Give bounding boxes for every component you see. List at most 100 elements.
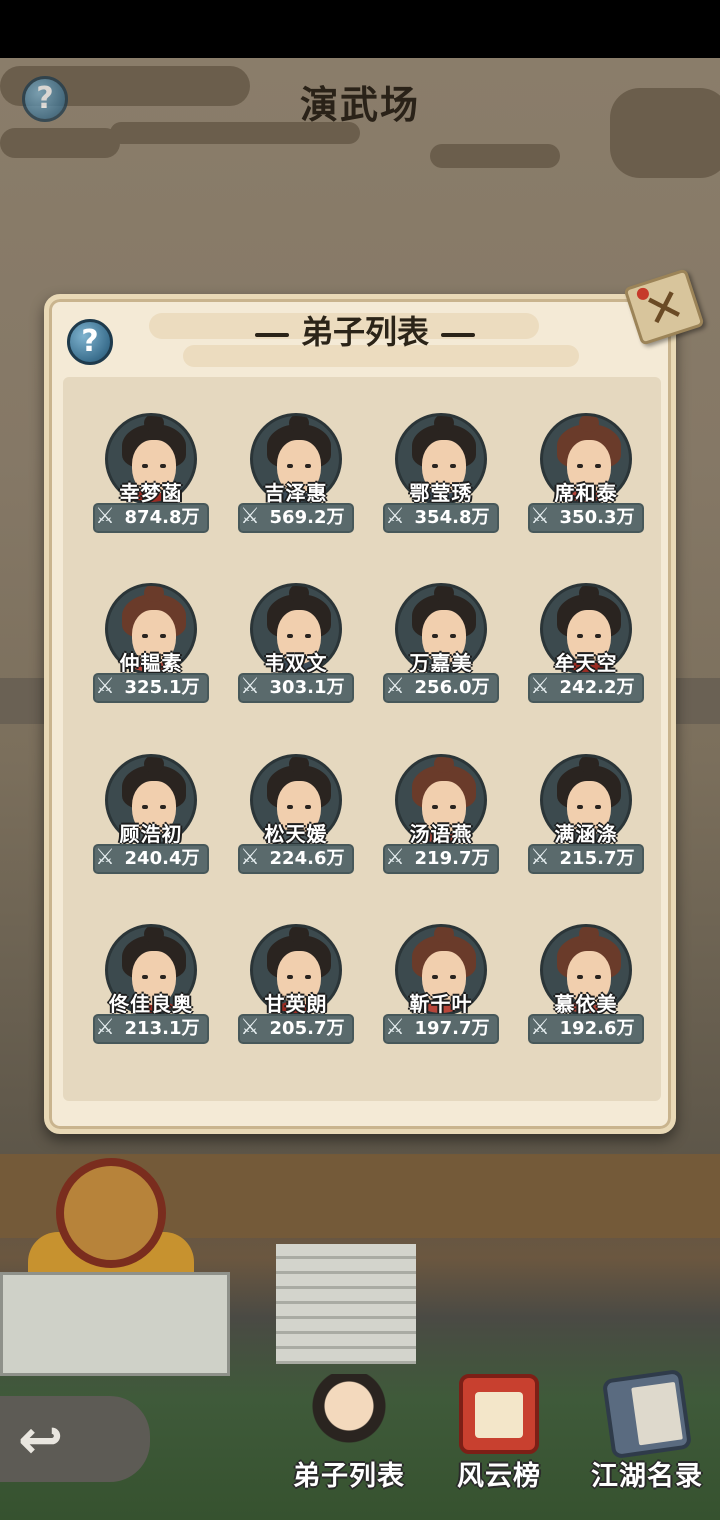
- disciple-list-panel: 弟子列表 ? ✕ 幸梦菡 ⚔ 874.8万 吉泽惠 ⚔ 569.2万 鄂莹琇 ⚔ 354.8万席…: [44, 268, 705, 1134]
- power-value: 192.6万: [559, 1018, 635, 1039]
- crossed-swords-icon: ⚔: [240, 845, 260, 870]
- power-value: 219.7万: [414, 848, 490, 869]
- disciple-name: 幸梦菡: [119, 481, 183, 505]
- nav-roster-button[interactable]: 江湖名录: [582, 1368, 712, 1492]
- crossed-swords-icon: ⚔: [385, 1015, 405, 1040]
- disciple-card[interactable]: 吉泽惠 ⚔ 569.2万: [234, 413, 358, 543]
- disciple-card[interactable]: 席和泰 ⚔ 350.3万: [524, 413, 648, 543]
- nav-ranking-button[interactable]: 风云榜: [434, 1372, 564, 1492]
- cloud-decor: [430, 144, 560, 168]
- disciple-name: 甘英朗: [264, 992, 328, 1016]
- crossed-swords-icon: ⚔: [95, 674, 115, 699]
- nav-disciple-list-button[interactable]: 弟子列表: [284, 1372, 414, 1492]
- power-badge: ⚔ 256.0万: [385, 674, 497, 701]
- disciple-card[interactable]: 牟天空 ⚔ 242.2万: [524, 583, 648, 713]
- disciple-card[interactable]: 万嘉美 ⚔ 256.0万: [379, 583, 503, 713]
- disciple-card[interactable]: 满涵涤 ⚔ 215.7万: [524, 754, 648, 884]
- power-value: 354.8万: [414, 507, 490, 528]
- disciple-name: 慕依美: [554, 992, 618, 1016]
- power-badge: ⚔ 213.1万: [95, 1015, 207, 1042]
- disciple-portrait-icon: [309, 1374, 389, 1454]
- power-badge: ⚔ 205.7万: [240, 1015, 352, 1042]
- power-value: 303.1万: [269, 677, 345, 698]
- cloud-decor: [0, 128, 120, 158]
- disciple-grid: 幸梦菡 ⚔ 874.8万 吉泽惠 ⚔ 569.2万 鄂莹琇 ⚔ 354.8万 席和泰 ⚔ 350.3万…: [63, 377, 661, 1101]
- nav-label: 弟子列表: [293, 1461, 405, 1492]
- crossed-swords-icon: ⚔: [385, 504, 405, 529]
- power-value: 325.1万: [124, 677, 200, 698]
- power-value: 240.4万: [124, 848, 200, 869]
- disciple-name: 松天媛: [264, 822, 328, 846]
- power-badge: ⚔ 215.7万: [530, 845, 642, 872]
- disciple-card[interactable]: 靳千叶 ⚔ 197.7万: [379, 924, 503, 1054]
- power-value: 242.2万: [559, 677, 635, 698]
- disciple-name: 仲韫素: [119, 651, 183, 675]
- crossed-swords-icon: ⚔: [385, 845, 405, 870]
- disciple-name: 靳千叶: [409, 992, 473, 1016]
- crossed-swords-icon: ⚔: [530, 845, 550, 870]
- power-value: 205.7万: [269, 1018, 345, 1039]
- power-badge: ⚔ 354.8万: [385, 504, 497, 531]
- disciple-card[interactable]: 慕依美 ⚔ 192.6万: [524, 924, 648, 1054]
- crossed-swords-icon: ⚔: [530, 674, 550, 699]
- crossed-swords-icon: ⚔: [240, 674, 260, 699]
- disciple-card[interactable]: 顾浩初 ⚔ 240.4万: [89, 754, 213, 884]
- disciple-card[interactable]: 仲韫素 ⚔ 325.1万: [89, 583, 213, 713]
- crossed-swords-icon: ⚔: [530, 504, 550, 529]
- power-value: 224.6万: [269, 848, 345, 869]
- disciple-name: 顾浩初: [119, 822, 183, 846]
- scroll-ranking-icon: [459, 1374, 539, 1454]
- disciple-name: 鄂莹琇: [409, 481, 473, 505]
- power-badge: ⚔ 242.2万: [530, 674, 642, 701]
- power-badge: ⚔ 219.7万: [385, 845, 497, 872]
- power-badge: ⚔ 325.1万: [95, 674, 207, 701]
- power-badge: ⚔ 197.7万: [385, 1015, 497, 1042]
- power-badge: ⚔ 350.3万: [530, 504, 642, 531]
- disciple-name: 满涵涤: [554, 822, 618, 846]
- power-value: 350.3万: [559, 507, 635, 528]
- power-badge: ⚔ 874.8万: [95, 504, 207, 531]
- power-value: 213.1万: [124, 1018, 200, 1039]
- disciple-card[interactable]: 幸梦菡 ⚔ 874.8万: [89, 413, 213, 543]
- crossed-swords-icon: ⚔: [95, 845, 115, 870]
- power-badge: ⚔ 224.6万: [240, 845, 352, 872]
- book-roster-icon: [601, 1368, 693, 1460]
- disciple-card[interactable]: 汤语燕 ⚔ 219.7万: [379, 754, 503, 884]
- back-arrow-icon[interactable]: ↩: [18, 1408, 63, 1471]
- disciple-name: 万嘉美: [409, 651, 473, 675]
- crossed-swords-icon: ⚔: [385, 674, 405, 699]
- disciple-card[interactable]: 甘英朗 ⚔ 205.7万: [234, 924, 358, 1054]
- disciple-card[interactable]: 韦双文 ⚔ 303.1万: [234, 583, 358, 713]
- disciple-card[interactable]: 松天媛 ⚔ 224.6万: [234, 754, 358, 884]
- crossed-swords-icon: ⚔: [530, 1015, 550, 1040]
- power-badge: ⚔ 240.4万: [95, 845, 207, 872]
- power-value: 215.7万: [559, 848, 635, 869]
- power-value: 256.0万: [414, 677, 490, 698]
- war-drum: [56, 1158, 166, 1268]
- disciple-name: 佟佳良奥: [109, 992, 193, 1016]
- disciple-name: 席和泰: [554, 481, 618, 505]
- crossed-swords-icon: ⚔: [240, 1015, 260, 1040]
- page-title: 演武场: [299, 82, 420, 127]
- panel-help-question-icon[interactable]: ?: [67, 319, 113, 365]
- panel-title: 弟子列表: [49, 307, 681, 353]
- crossed-swords-icon: ⚔: [95, 1015, 115, 1040]
- power-value: 197.7万: [414, 1018, 490, 1039]
- disciple-name: 牟天空: [554, 651, 618, 675]
- power-badge: ⚔ 192.6万: [530, 1015, 642, 1042]
- disciple-card[interactable]: 佟佳良奥 ⚔ 213.1万: [89, 924, 213, 1054]
- disciple-name: 韦双文: [264, 651, 328, 675]
- power-badge: ⚔ 303.1万: [240, 674, 352, 701]
- power-value: 569.2万: [269, 507, 345, 528]
- help-question-icon[interactable]: ?: [22, 76, 68, 122]
- power-badge: ⚔ 569.2万: [240, 504, 352, 531]
- nav-label: 江湖名录: [591, 1461, 703, 1492]
- stone-stairs: [276, 1244, 416, 1364]
- crossed-swords-icon: ⚔: [95, 504, 115, 529]
- disciple-card[interactable]: 鄂莹琇 ⚔ 354.8万: [379, 413, 503, 543]
- disciple-name: 汤语燕: [409, 822, 473, 846]
- disciple-name: 吉泽惠: [264, 481, 328, 505]
- power-value: 874.8万: [124, 507, 200, 528]
- crossed-swords-icon: ⚔: [240, 504, 260, 529]
- stone-platform: [0, 1272, 230, 1376]
